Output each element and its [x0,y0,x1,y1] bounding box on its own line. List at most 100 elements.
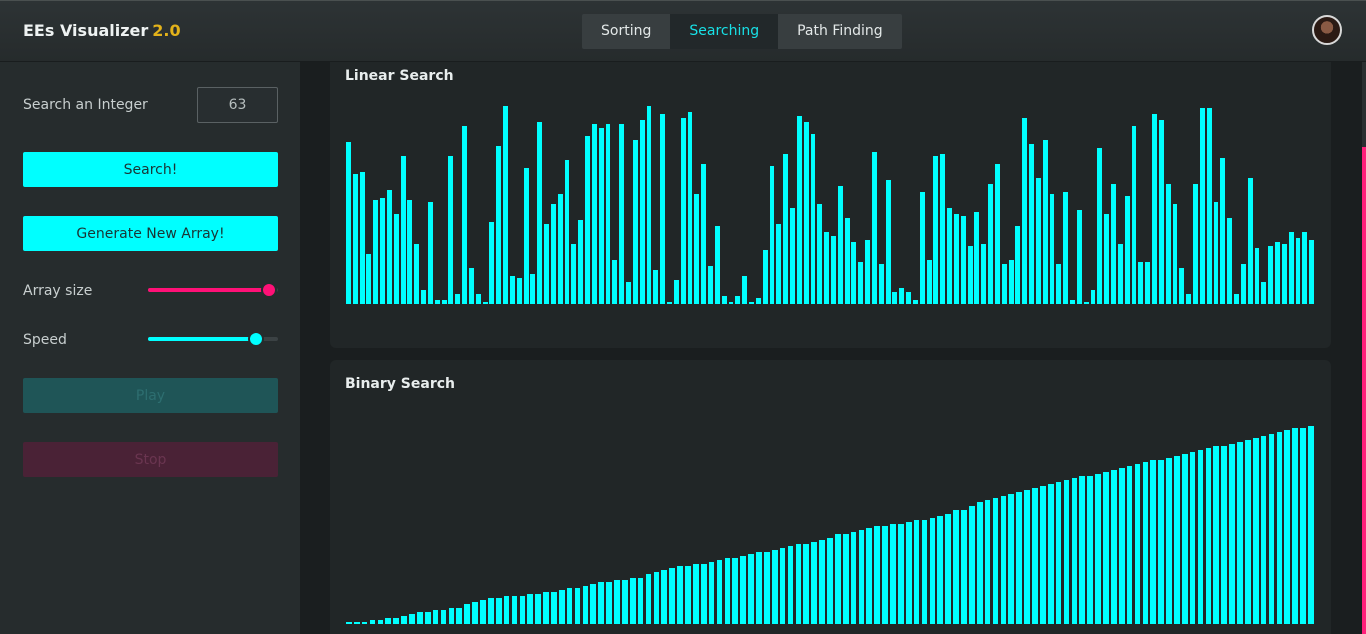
search-button[interactable]: Search! [23,152,278,187]
play-button[interactable]: Play [23,378,278,413]
linear-search-bar [441,300,447,304]
binary-search-bar [440,610,447,624]
linear-search-bar [790,208,795,304]
linear-search-bar [687,112,693,304]
binary-search-bars [346,424,1316,624]
linear-search-bar [503,106,509,304]
linear-search-bar [1138,262,1144,304]
tab-searching[interactable]: Searching [670,14,779,49]
linear-search-bar [892,292,898,304]
speed-slider[interactable] [148,330,278,348]
linear-search-bar [967,246,973,304]
binary-search-bar [543,592,549,624]
linear-search-bar [673,280,679,304]
vertical-scrollbar[interactable] [1362,62,1366,634]
binary-search-bar [937,516,944,624]
binary-search-bar [882,526,888,624]
nav-tabs: Sorting Searching Path Finding [582,14,902,49]
linear-search-bar [352,174,358,304]
linear-search-bar [994,164,1000,304]
linear-search-bar [1186,294,1192,304]
linear-search-bar [851,242,857,304]
linear-search-bar [933,156,939,304]
linear-search-bar [1056,264,1062,304]
linear-search-bar [537,122,543,304]
binary-search-bar [487,598,494,624]
scrollbar-thumb[interactable] [1362,147,1366,634]
linear-search-bar [667,302,672,304]
binary-search-bar [700,564,707,624]
linear-search-bar [974,212,980,304]
binary-search-bar [661,570,668,624]
user-avatar[interactable] [1312,15,1342,45]
array-size-label: Array size [23,283,93,299]
linear-search-bar [1131,126,1137,304]
linear-search-bar [598,128,604,304]
tab-path-finding[interactable]: Path Finding [778,14,902,49]
search-label: Search an Integer [23,97,148,113]
linear-search-bar [373,200,379,304]
binary-search-bar [645,574,652,624]
binary-search-bar [858,530,865,624]
linear-search-bar [912,300,918,304]
linear-search-bar [591,124,597,304]
linear-search-bar [564,160,570,304]
binary-search-bar [1110,470,1117,624]
binary-search-bar [827,538,833,624]
stop-button[interactable]: Stop [23,442,278,477]
control-sidebar: Search an Integer Search! Generate New A… [0,62,300,634]
linear-search-bar [1234,294,1239,304]
linear-search-bar [680,118,686,304]
binary-search-bar [614,580,620,624]
linear-search-bar [953,214,959,304]
binary-search-bar [1000,496,1007,624]
linear-search-bar [578,220,584,304]
binary-search-bar [551,592,557,624]
binary-search-bar [992,498,999,624]
binary-search-bar [708,562,715,624]
linear-search-bar [844,218,850,304]
linear-search-bar [380,198,386,304]
binary-search-bar [1205,448,1212,624]
binary-search-bar [369,620,376,624]
linear-search-bar [735,296,741,304]
linear-search-bar [1295,238,1301,304]
tab-sorting[interactable]: Sorting [582,14,670,49]
linear-search-bar [1193,184,1198,304]
binary-search-bar [945,514,952,624]
binary-search-bar [1055,482,1062,624]
linear-search-bar [899,288,905,304]
linear-search-bar [919,192,925,304]
binary-search-bar [582,586,589,624]
array-size-thumb[interactable] [261,282,277,298]
linear-search-bar [1029,144,1034,304]
linear-search-bar [468,268,474,304]
app-version: 2.0 [152,21,181,40]
generate-array-button[interactable]: Generate New Array! [23,216,278,251]
linear-search-bar [359,172,365,304]
linear-search-bar [810,134,816,304]
array-size-fill [148,288,269,292]
linear-search-bar [1035,178,1041,304]
linear-search-bar [831,236,836,304]
binary-search-bar [1189,452,1196,624]
array-size-slider[interactable] [148,281,278,299]
linear-search-bar [803,122,809,304]
binary-search-bar [346,622,352,624]
binary-search-bar [803,544,810,624]
linear-search-bar [1302,232,1308,304]
binary-search-bar [566,588,573,624]
binary-search-bar [1126,466,1133,624]
binary-search-bar [1276,432,1283,624]
search-input[interactable] [197,87,278,123]
linear-search-bar [550,204,556,304]
binary-search-bar [1197,450,1204,624]
app-brand[interactable]: EEs Visualizer 2.0 [23,21,181,40]
linear-search-bar [1090,290,1096,304]
speed-thumb[interactable] [248,331,264,347]
binary-search-bar [953,510,959,624]
linear-search-bar [1117,244,1123,304]
linear-search-bar [1008,260,1014,304]
binary-search-bar [819,540,825,624]
binary-search-bar [1039,486,1046,624]
